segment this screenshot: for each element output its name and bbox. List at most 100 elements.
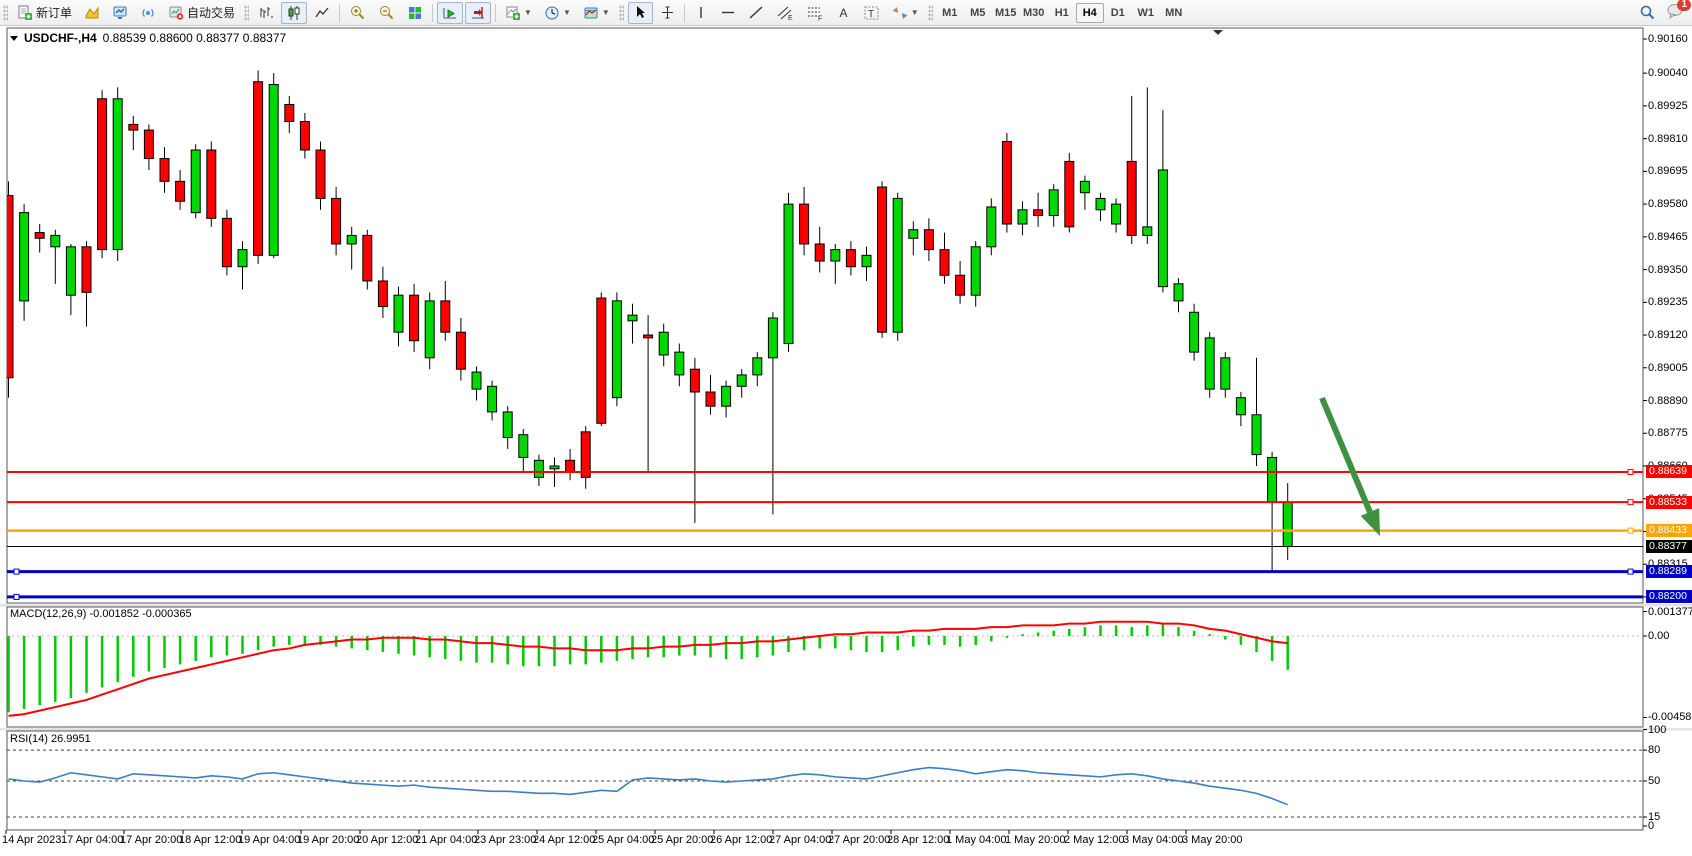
zoom-in-button[interactable]: [344, 2, 371, 24]
price-tick-label: 0.88890: [1648, 395, 1688, 407]
fibonacci-tool-button[interactable]: F: [801, 2, 829, 24]
timeframe-m1[interactable]: M1: [936, 3, 964, 23]
time-axis-label: 25 Apr 04:00: [592, 834, 654, 846]
rsi-tick-label: 100: [1648, 724, 1666, 736]
candle-body: [222, 218, 231, 266]
toolbar-separator: [495, 4, 496, 22]
line-handle[interactable]: [1628, 569, 1633, 574]
timeframe-m15[interactable]: M15: [992, 3, 1020, 23]
candle-body: [1002, 141, 1011, 224]
svg-text:A: A: [839, 6, 847, 20]
equidistant-channel-tool-button[interactable]: E: [771, 2, 799, 24]
price-tick-label: 0.89350: [1648, 264, 1688, 276]
templates-button[interactable]: ▼: [578, 2, 615, 24]
notifications-button[interactable]: 1: [1666, 3, 1684, 22]
new-order-button[interactable]: 新订单: [12, 2, 77, 24]
new-order-label: 新订单: [36, 4, 72, 21]
candle-body: [1034, 210, 1043, 216]
candle-body: [1205, 338, 1214, 389]
candle-body: [534, 460, 543, 477]
time-axis-label: 1 May 20:00: [1005, 834, 1066, 846]
level-price-label-support-2: 0.88200: [1646, 590, 1692, 603]
candlestick-mode-button[interactable]: [281, 2, 307, 24]
vertical-line-tool-button[interactable]: [689, 2, 713, 24]
panel-splitter[interactable]: [0, 728, 1692, 731]
candle-body: [98, 99, 107, 250]
line-handle[interactable]: [14, 594, 19, 599]
indicators-button[interactable]: ▼: [500, 2, 537, 24]
toolbar-separator: [684, 4, 685, 22]
cursor-tool-button[interactable]: [628, 2, 653, 24]
fibonacci-icon: F: [806, 5, 824, 21]
chart-shift-button[interactable]: [465, 2, 491, 24]
arrows-tool-button[interactable]: ▼: [887, 2, 924, 24]
line-handle[interactable]: [1628, 469, 1633, 474]
periods-button[interactable]: ▼: [539, 2, 576, 24]
new-chart-button[interactable]: [79, 2, 105, 24]
crosshair-icon: [660, 5, 675, 20]
signals-button[interactable]: [135, 2, 161, 24]
market-watch-button[interactable]: [107, 2, 133, 24]
line-handle[interactable]: [14, 569, 19, 574]
candle-body: [831, 250, 840, 261]
templates-icon: [583, 5, 599, 21]
zoom-out-button[interactable]: [373, 2, 400, 24]
timeframe-m5[interactable]: M5: [964, 3, 992, 23]
candle-body: [129, 124, 138, 130]
candle-body: [113, 99, 122, 250]
candle-body: [612, 301, 621, 398]
horizontal-line-tool-button[interactable]: [715, 2, 741, 24]
autotrading-button[interactable]: 自动交易: [163, 2, 240, 24]
macd-main-value: -0.001852: [89, 608, 139, 620]
trendline-tool-button[interactable]: [743, 2, 769, 24]
quote-ohlc: 0.88539 0.88600 0.88377 0.88377: [103, 31, 287, 45]
candlestick-mode-icon: [286, 5, 302, 21]
text-label-tool-button[interactable]: T: [858, 2, 885, 24]
auto-scroll-button[interactable]: [437, 2, 463, 24]
candle-body: [363, 235, 372, 281]
line-chart-mode-button[interactable]: [309, 2, 335, 24]
timeframe-m30[interactable]: M30: [1020, 3, 1048, 23]
svg-text:F: F: [818, 15, 822, 21]
price-tick-label: 0.88775: [1648, 427, 1688, 439]
candle-body: [909, 230, 918, 239]
timeframe-h4[interactable]: H4: [1076, 3, 1104, 23]
toolbar-separator: [339, 4, 340, 22]
candle-body: [753, 358, 762, 375]
candle-body: [893, 198, 902, 332]
bar-chart-mode-button[interactable]: [253, 2, 279, 24]
candle-body: [956, 275, 965, 295]
candle-body: [1190, 312, 1199, 352]
panel-splitter[interactable]: [0, 604, 1692, 607]
new-order-icon: [17, 5, 33, 21]
candle-body: [519, 435, 528, 458]
symbol-dropdown-icon[interactable]: [10, 36, 18, 41]
line-handle[interactable]: [1628, 500, 1633, 505]
timeframe-d1[interactable]: D1: [1104, 3, 1132, 23]
search-icon[interactable]: [1639, 4, 1656, 21]
timeframe-h1[interactable]: H1: [1048, 3, 1076, 23]
timeframe-mn[interactable]: MN: [1160, 3, 1188, 23]
rsi-label: RSI(14) 26.9951: [10, 733, 91, 745]
crosshair-tool-button[interactable]: [655, 2, 680, 24]
market-watch-icon: [112, 5, 128, 21]
indicators-icon: [505, 5, 521, 21]
rsi-tick-label: 80: [1648, 744, 1660, 756]
candle-body: [191, 150, 200, 213]
chevron-down-icon: ▼: [524, 8, 532, 17]
candle-body: [394, 295, 403, 332]
level-price-label-resistance-2: 0.88533: [1646, 496, 1692, 509]
zoom-out-icon: [378, 4, 395, 21]
timeframe-w1[interactable]: W1: [1132, 3, 1160, 23]
text-tool-button[interactable]: A: [831, 2, 856, 24]
candle-body: [20, 213, 29, 301]
arrows-shapes-icon: [892, 5, 908, 21]
tile-windows-button[interactable]: [402, 2, 428, 24]
time-axis-label: 19 Apr 04:00: [238, 834, 300, 846]
time-axis-label: 20 Apr 12:00: [356, 834, 418, 846]
candle-body: [1018, 210, 1027, 224]
top-toolbar: 新订单 自动交易: [0, 0, 1692, 26]
chart-canvas[interactable]: [0, 26, 1692, 856]
candle-body: [1080, 181, 1089, 192]
line-handle[interactable]: [1628, 528, 1633, 533]
